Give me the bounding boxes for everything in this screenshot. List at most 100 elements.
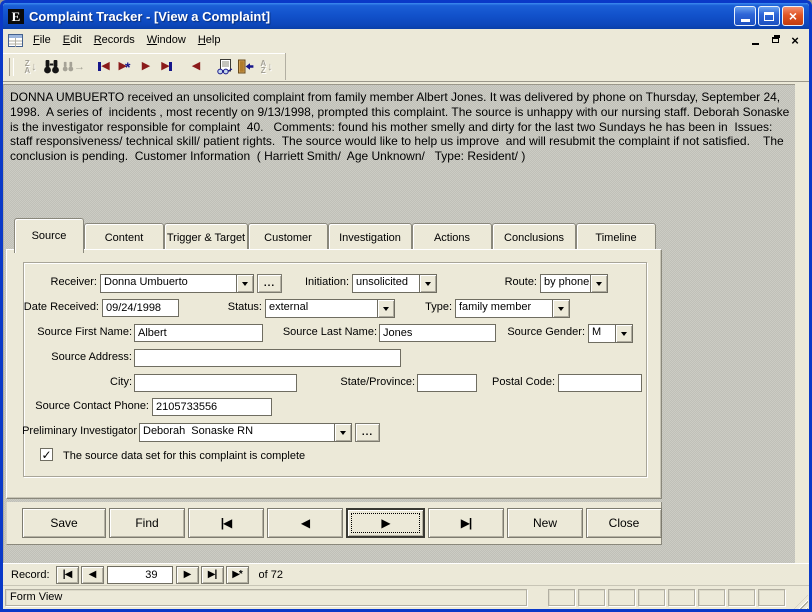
gender-label: Source Gender:: [502, 326, 585, 340]
date-received-label: Date Received:: [7, 301, 99, 315]
resize-grip[interactable]: [794, 595, 808, 609]
form-background: DONNA UMBUERTO received an unsolicited c…: [3, 84, 795, 563]
menu-bar: File Edit Records Window Help ×: [3, 29, 809, 52]
close-form-button[interactable]: Close: [586, 508, 662, 538]
status-view-panel: Form View: [5, 589, 527, 606]
mdi-minimize-button[interactable]: [748, 34, 762, 47]
maximize-button[interactable]: [758, 6, 780, 26]
initiation-dropdown-arrow-icon[interactable]: [419, 275, 436, 292]
receiver-value: Donna Umbuerto: [101, 275, 236, 292]
toolbar-band: ZA↓ → ◀ ▶* ▶ ▶: [3, 53, 286, 80]
title-bar: E Complaint Tracker - [View a Complaint]…: [3, 3, 809, 29]
next-record-icon[interactable]: ▶: [135, 56, 156, 78]
first-name-input[interactable]: [134, 324, 263, 342]
route-dropdown-arrow-icon[interactable]: [590, 275, 607, 292]
receiver-label: Receiver:: [15, 276, 97, 290]
type-combobox[interactable]: family member: [455, 299, 570, 318]
postal-code-input[interactable]: [558, 374, 642, 392]
status-panel: [758, 589, 785, 606]
state-input[interactable]: [417, 374, 477, 392]
toolbar: ZA↓ → ◀ ▶* ▶ ▶: [3, 52, 809, 82]
previous-record-button[interactable]: ◀: [267, 508, 343, 538]
minimize-icon: [741, 19, 750, 22]
tab-investigation[interactable]: Investigation: [328, 223, 412, 251]
status-panel: [548, 589, 575, 606]
last-record-icon[interactable]: ▶: [156, 56, 177, 78]
tab-trigger-target[interactable]: Trigger & Target: [164, 223, 248, 251]
record-last-button[interactable]: ▶|: [201, 566, 224, 584]
first-name-label: Source First Name:: [7, 326, 132, 340]
new-record-icon[interactable]: ▶*: [114, 56, 135, 78]
status-panel: [638, 589, 665, 606]
address-input[interactable]: [134, 349, 401, 367]
new-button[interactable]: New: [507, 508, 583, 538]
record-label: Record:: [11, 569, 50, 581]
record-previous-button[interactable]: ◀: [81, 566, 104, 584]
menu-window[interactable]: Window: [141, 31, 192, 50]
last-record-button[interactable]: ▶|: [428, 508, 504, 538]
save-button[interactable]: Save: [22, 508, 106, 538]
tab-page-source: Receiver: Donna Umbuerto ... Initiation:…: [6, 249, 662, 499]
record-number-input[interactable]: [107, 566, 173, 584]
record-next-button[interactable]: ▶: [176, 566, 199, 584]
contact-phone-input[interactable]: [152, 398, 272, 416]
menu-edit[interactable]: Edit: [57, 31, 88, 50]
previous-record-icon[interactable]: ◀: [185, 56, 206, 78]
exit-icon[interactable]: [235, 56, 256, 78]
app-icon: E: [8, 9, 24, 24]
minimize-button[interactable]: [734, 6, 756, 26]
tab-customer[interactable]: Customer: [248, 223, 328, 251]
tab-timeline[interactable]: Timeline: [576, 223, 656, 251]
tab-conclusions[interactable]: Conclusions: [492, 223, 576, 251]
next-record-button[interactable]: ▶: [346, 508, 425, 538]
window-title: Complaint Tracker - [View a Complaint]: [29, 9, 732, 24]
form-footer: Save Find |◀ ◀ ▶ ▶| New Close: [6, 502, 662, 545]
record-navigator: Record: |◀ ◀ ▶ ▶| ▶* of 72: [3, 563, 809, 585]
investigator-browse-button[interactable]: ...: [355, 423, 380, 442]
mdi-close-button[interactable]: ×: [788, 34, 802, 47]
receiver-dropdown-arrow-icon[interactable]: [236, 275, 253, 292]
mdi-restore-button[interactable]: [768, 34, 782, 47]
investigator-combobox[interactable]: Deborah Sonaske RN: [139, 423, 352, 442]
receiver-combobox[interactable]: Donna Umbuerto: [100, 274, 254, 293]
initiation-combobox[interactable]: unsolicited: [352, 274, 437, 293]
complaint-summary-text: DONNA UMBUERTO received an unsolicited c…: [10, 90, 792, 164]
record-new-button[interactable]: ▶*: [226, 566, 249, 584]
find-next-icon: →: [62, 56, 85, 78]
menu-help[interactable]: Help: [192, 31, 227, 50]
menu-file[interactable]: File: [27, 31, 57, 50]
type-value: family member: [456, 300, 552, 317]
investigator-dropdown-arrow-icon[interactable]: [334, 424, 351, 441]
sort-descending-icon: ZA↓: [20, 56, 41, 78]
investigator-value: Deborah Sonaske RN: [140, 424, 334, 441]
tab-content[interactable]: Content: [84, 223, 164, 251]
route-combobox[interactable]: by phone: [540, 274, 608, 293]
close-button[interactable]: ×: [782, 6, 804, 26]
form-icon: [8, 34, 23, 47]
record-first-button[interactable]: |◀: [56, 566, 79, 584]
status-panel: [728, 589, 755, 606]
report-icon[interactable]: [214, 56, 235, 78]
menu-records[interactable]: Records: [88, 31, 141, 50]
checkmark-icon: ✓: [41, 449, 51, 461]
gender-combobox[interactable]: M: [588, 324, 633, 343]
gender-dropdown-arrow-icon[interactable]: [615, 325, 632, 342]
city-input[interactable]: [134, 374, 297, 392]
first-record-button[interactable]: |◀: [188, 508, 264, 538]
last-name-input[interactable]: [379, 324, 496, 342]
toolbar-gripper[interactable]: [9, 58, 14, 76]
mdi-client-area: DONNA UMBUERTO received an unsolicited c…: [3, 82, 809, 563]
tab-actions[interactable]: Actions: [412, 223, 492, 251]
find-button[interactable]: Find: [109, 508, 185, 538]
tab-source[interactable]: Source: [14, 218, 84, 253]
route-label: Route:: [452, 276, 537, 290]
first-record-icon[interactable]: ◀: [93, 56, 114, 78]
find-icon[interactable]: [41, 56, 62, 78]
investigator-label: Preliminary Investigator: [15, 425, 137, 439]
source-complete-checkbox[interactable]: ✓: [40, 448, 53, 461]
mdi-window-controls: ×: [748, 34, 806, 47]
status-panel: [698, 589, 725, 606]
type-dropdown-arrow-icon[interactable]: [552, 300, 569, 317]
city-label: City:: [62, 376, 132, 390]
close-icon: ×: [789, 9, 797, 23]
